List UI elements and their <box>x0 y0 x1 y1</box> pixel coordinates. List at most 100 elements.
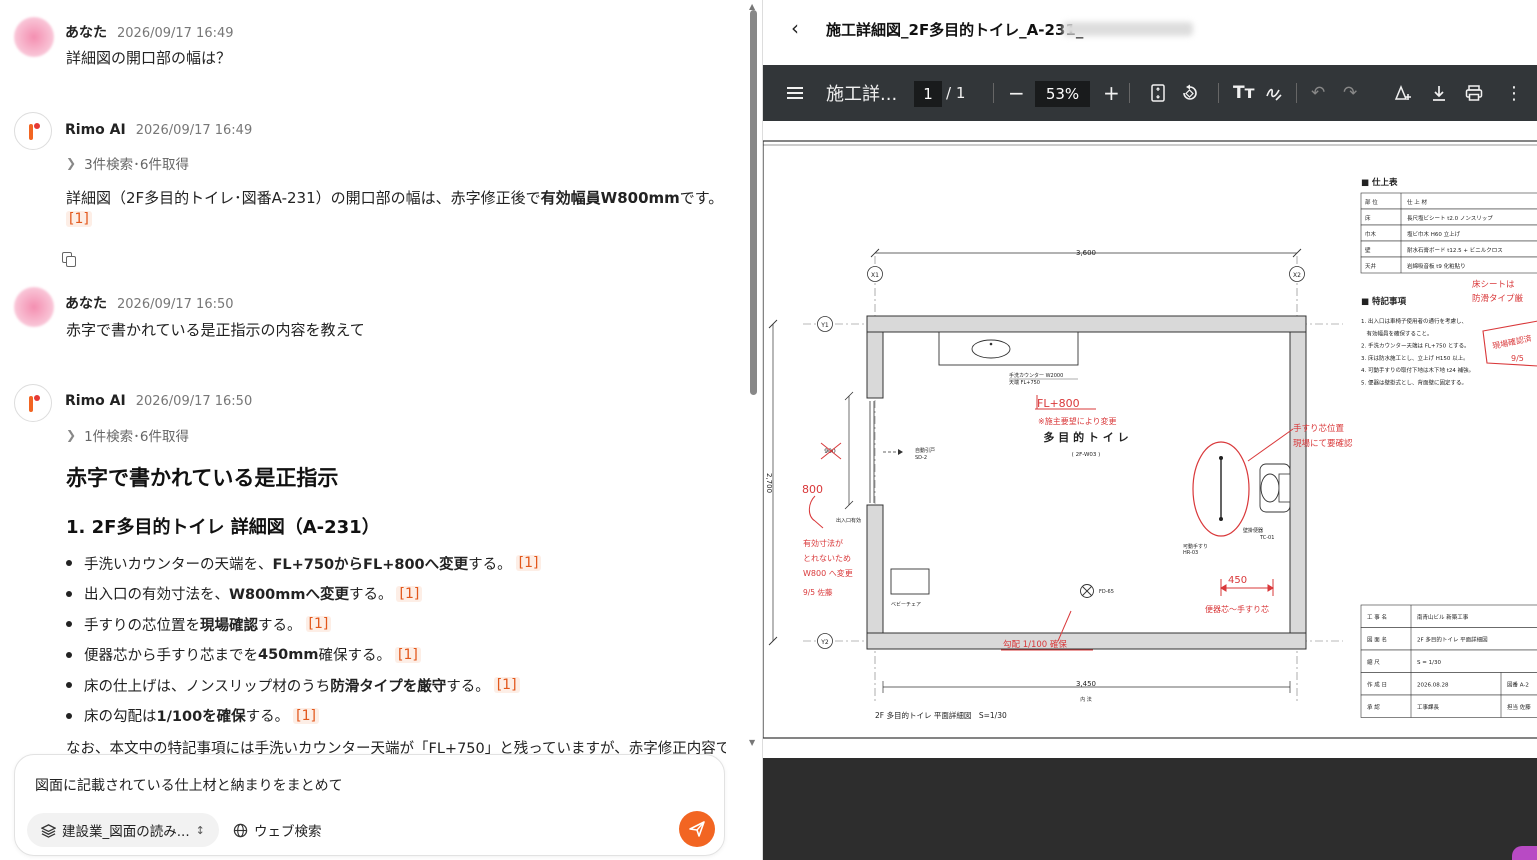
author-name: あなた <box>65 296 107 312</box>
pdf-viewer: 施工詳... 1 / 1 − 53% + Tт ↶ ↷ ⋮ ■ 仕上表 部 位 … <box>763 65 1537 860</box>
grid-label-x2: X2 <box>1293 272 1301 279</box>
timestamp: 2026/09/17 16:49 <box>135 123 253 138</box>
user-message-text: 詳細図の開口部の幅は？ <box>66 49 232 67</box>
citation-link[interactable]: [1] <box>293 707 319 724</box>
title-block-cell: 縮 尺 <box>1367 658 1380 666</box>
instruction-text: 床の勾配は <box>84 709 157 726</box>
print-icon[interactable] <box>1465 65 1483 121</box>
page-number-input[interactable]: 1 <box>914 81 942 107</box>
text-tool-icon[interactable]: Tт <box>1233 65 1254 121</box>
red-fl-correction: FL+800 <box>1037 397 1080 410</box>
instruction-bold: FL+750からFL+800へ変更 <box>272 556 469 573</box>
send-icon <box>689 821 705 837</box>
back-arrow-icon[interactable]: ‹ <box>791 16 799 40</box>
pdf-toolbar: 施工詳... 1 / 1 − 53% + Tт ↶ ↷ ⋮ <box>763 65 1537 121</box>
author-name: Rimo AI <box>65 393 126 409</box>
finish-cell: 壁 <box>1365 246 1371 254</box>
finish-cell: 塩ビ巾木 H60 立上げ <box>1407 230 1461 238</box>
title-block-cell: 作 成 日 <box>1367 681 1387 689</box>
instruction-text: 出入口の有効寸法を、 <box>84 587 229 604</box>
zoom-in-button[interactable]: + <box>1103 65 1120 121</box>
draw-tool-icon[interactable] <box>1265 65 1283 121</box>
instruction-item: 床の勾配は 1/100を確保 する。 [1] <box>66 701 726 732</box>
knowledge-base-label: 建設業_図面の読み... <box>62 824 190 840</box>
copy-icon[interactable] <box>60 250 78 268</box>
user-message-text: 赤字で書かれている是正指示の内容を教えて <box>66 321 365 339</box>
red-width-note-1: 有効寸法が <box>803 538 843 548</box>
chat-scrollbar[interactable]: ▲ ▼ <box>746 0 760 752</box>
handrail-label: 可動手すり <box>1183 543 1208 550</box>
dimension-top: 3,600 <box>1076 249 1096 257</box>
app-window: あなた 2026/09/17 16:49 詳細図の開口部の幅は？ Rimo AI… <box>0 0 1537 860</box>
chevron-right-icon: ❯ <box>66 428 77 442</box>
redo-icon[interactable]: ↷ <box>1343 65 1357 121</box>
title-block-cell: 図 面 名 <box>1367 636 1387 644</box>
add-annotation-icon[interactable] <box>1393 65 1413 121</box>
scroll-down-icon[interactable]: ▼ <box>749 738 755 747</box>
note-line: 1. 出入口は車椅子使用者の通行を考慮し、 <box>1361 317 1467 325</box>
red-450-note: 便器芯～手すり芯 <box>1205 604 1269 614</box>
citation-link[interactable]: [1] <box>396 585 423 602</box>
instruction-text-end: する。 <box>258 617 302 634</box>
instruction-text: 床の仕上げは、ノンスリップ材のうち <box>84 678 331 695</box>
title-block-cell: 工事課長 <box>1417 703 1440 711</box>
response-heading: 赤字で書かれている是正指示 <box>66 466 339 490</box>
citation-link[interactable]: [1] <box>66 211 92 227</box>
drain-label: FD-65 <box>1099 589 1114 595</box>
knowledge-base-selector[interactable]: 建設業_図面の読み... ↕ <box>27 813 219 847</box>
message-header: Rimo AI 2026/09/17 16:50 <box>65 393 252 409</box>
title-block-row <box>1360 649 1537 673</box>
author-name: Rimo AI <box>65 122 126 138</box>
note-line: 有効幅員を確保すること。 <box>1361 329 1433 337</box>
menu-icon[interactable] <box>787 65 803 121</box>
citation-link[interactable]: [1] <box>395 646 421 663</box>
red-floor-note-2: 防滑タイプ厳 <box>1472 293 1524 304</box>
zoom-level[interactable]: 53% <box>1035 81 1090 107</box>
title-block-cell: 図番 A-2 <box>1507 682 1529 689</box>
document-preview-panel: ‹ 施工詳細図_2F多目的トイレ_A-231_ 施工詳... 1 / 1 − 5… <box>762 0 1537 860</box>
citation-link[interactable]: [1] <box>493 677 520 694</box>
user-avatar <box>14 287 54 327</box>
instruction-item: 出入口の有効寸法を、 W800mmへ変更 する。 [1] <box>66 579 726 610</box>
globe-icon <box>233 823 248 837</box>
timestamp: 2026/09/17 16:50 <box>117 297 234 312</box>
search-summary-toggle[interactable]: ❯ 1件検索･6件取得 <box>66 425 189 445</box>
instruction-bold: 450mm <box>258 646 319 663</box>
timestamp: 2026/09/17 16:49 <box>117 26 234 41</box>
timestamp: 2026/09/17 16:50 <box>135 394 253 409</box>
title-block-cell: S = 1/30 <box>1417 660 1441 666</box>
fit-page-icon[interactable] <box>1151 65 1165 121</box>
scrollbar-thumb[interactable] <box>750 10 757 395</box>
instruction-bold: 防滑タイプを厳守 <box>330 678 447 695</box>
assistant-badge[interactable] <box>1512 846 1537 860</box>
instruction-text-end: する。 <box>245 709 290 726</box>
web-search-toggle[interactable]: ウェブ検索 <box>233 813 322 847</box>
message-input[interactable]: 図面に記載されている仕上材と納まりをまとめて <box>35 775 343 795</box>
ai-message-text: 詳細図（2F多目的トイレ･図番A-231）の開口部の幅は、赤字修正後で有効幅員W… <box>66 187 723 208</box>
notes-list: 1. 出入口は車椅子使用者の通行を考慮し、 有効幅員を確保すること。 2. 手洗カ… <box>1361 317 1474 387</box>
answer-bold: 有効幅員W800mm <box>540 189 680 207</box>
download-icon[interactable] <box>1431 65 1447 121</box>
room-name: 多 目 的 ト イ レ <box>1043 430 1128 444</box>
page-total: / 1 <box>946 84 966 102</box>
title-block-cell: 承 認 <box>1367 703 1380 711</box>
instruction-item: 手すりの芯位置を 現場確認 する。 [1] <box>66 609 726 640</box>
handrail-code: HR-03 <box>1183 550 1198 556</box>
instruction-text-end: 確保する。 <box>318 648 392 665</box>
send-button[interactable] <box>679 811 715 847</box>
pdf-page: ■ 仕上表 部 位 仕 上 材床 長尺塩ビシート t2.0 ノンスリップ 巾木 塩ビ巾木… <box>763 121 1537 758</box>
more-options-icon[interactable]: ⋮ <box>1505 65 1523 121</box>
zoom-out-button[interactable]: − <box>1008 65 1025 121</box>
web-search-label: ウェブ検索 <box>254 824 322 840</box>
undo-icon[interactable]: ↶ <box>1311 65 1325 121</box>
dimension-bottom: 3,450 <box>1076 680 1096 688</box>
instruction-text: 手すりの芯位置を <box>84 617 200 634</box>
citation-link[interactable]: [1] <box>515 555 542 572</box>
citation-link[interactable]: [1] <box>305 616 332 633</box>
toilet-label: 壁掛便器 <box>1243 527 1263 534</box>
search-summary-toggle[interactable]: ❯ 3件検索･6件取得 <box>66 153 189 173</box>
pdf-toolbar-title: 施工詳... <box>826 84 898 105</box>
rotate-icon[interactable] <box>1181 65 1199 121</box>
chevron-right-icon: ❯ <box>66 156 77 170</box>
instruction-bold: W800mmへ変更 <box>229 587 349 604</box>
